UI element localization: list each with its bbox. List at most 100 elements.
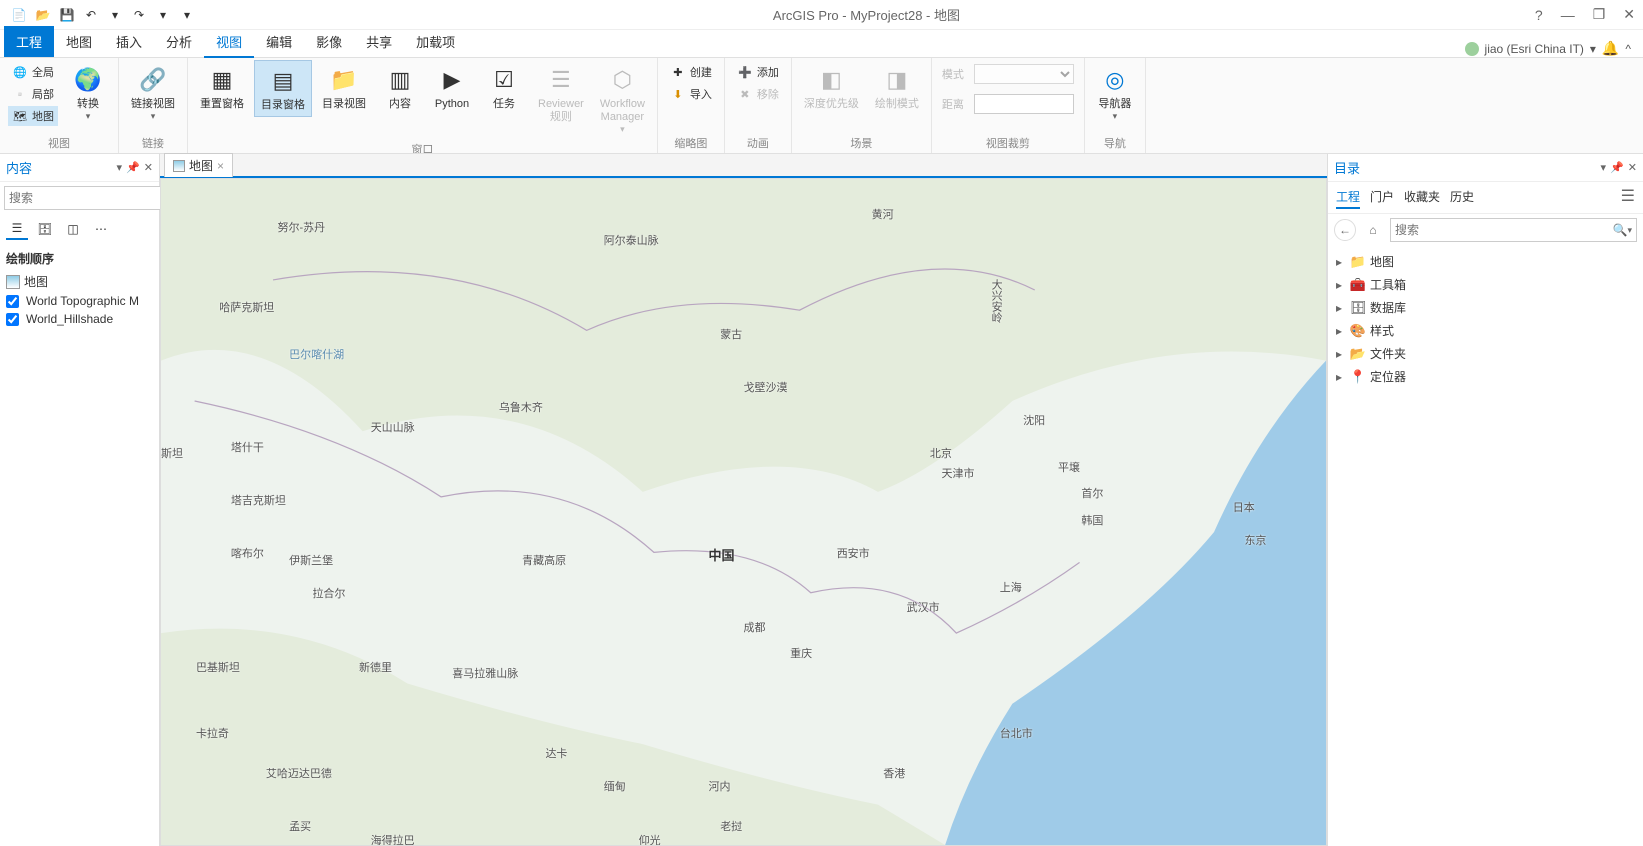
document-tab-map[interactable]: 地图 ×: [164, 153, 233, 177]
import-thumbnail[interactable]: ⬇导入: [666, 84, 716, 104]
ribbon-group-animation: ➕添加 ✖移除 动画: [725, 58, 792, 153]
tree-item-locators[interactable]: ▸📍定位器: [1336, 365, 1635, 388]
scope-local[interactable]: ▫️局部: [8, 84, 58, 104]
contents-button[interactable]: ▥内容: [376, 60, 424, 115]
add-animation[interactable]: ➕添加: [733, 62, 783, 82]
remove-animation[interactable]: ✖移除: [733, 84, 783, 104]
minimize-button[interactable]: —: [1561, 7, 1575, 23]
doc-tab-close-icon[interactable]: ×: [217, 159, 224, 173]
new-project-icon[interactable]: 📄: [8, 4, 30, 26]
label-hongkong: 香港: [883, 765, 905, 781]
catalog-tab-portal[interactable]: 门户: [1370, 186, 1394, 209]
map-view[interactable]: 中国 蒙古 戈壁沙漠 北京 天津市 上海 沈阳 平壌 首尔 韩国 日本 东京 武…: [160, 178, 1327, 846]
list-by-selection-icon[interactable]: ◫: [62, 218, 84, 240]
folder-locator-icon: 📍: [1350, 369, 1366, 385]
list-by-source-icon[interactable]: 🗄: [34, 218, 56, 240]
label-tibet: 青藏高原: [522, 552, 566, 568]
tree-item-toolboxes[interactable]: ▸🧰工具箱: [1336, 273, 1635, 296]
expand-icon[interactable]: ▸: [1336, 324, 1346, 338]
scope-map[interactable]: 🗺地图: [8, 106, 58, 126]
navigator-button[interactable]: ◎导航器▾: [1091, 60, 1139, 126]
help-button[interactable]: ?: [1535, 7, 1543, 23]
undo-icon[interactable]: ↶: [80, 4, 102, 26]
save-icon[interactable]: 💾: [56, 4, 78, 26]
ribbon-group-link: 🔗 链接视图 ▾ 链接: [119, 58, 188, 153]
tab-imagery[interactable]: 影像: [304, 26, 354, 57]
expand-icon[interactable]: ▸: [1336, 301, 1346, 315]
tree-item-styles[interactable]: ▸🎨样式: [1336, 319, 1635, 342]
user-area[interactable]: jiao (Esri China IT) ▾ 🔔 ^: [1457, 40, 1639, 57]
tree-item-folders[interactable]: ▸📂文件夹: [1336, 342, 1635, 365]
layer-label-1: World_Hillshade: [26, 312, 113, 326]
tab-project[interactable]: 工程: [4, 26, 54, 57]
catalog-panel: 目录 ▾ 📌 ✕ 工程 门户 收藏夹 历史 ☰ ← ⌂ 🔍 ▾ ▸📁地图: [1327, 154, 1643, 846]
catalog-pane-button[interactable]: ▤目录窗格: [254, 60, 312, 117]
open-project-icon[interactable]: 📂: [32, 4, 54, 26]
panel-close-icon[interactable]: ✕: [144, 161, 153, 174]
maximize-button[interactable]: ❐: [1593, 6, 1606, 23]
catalog-close-icon[interactable]: ✕: [1628, 161, 1637, 174]
undo-dropdown-icon[interactable]: ▾: [104, 4, 126, 26]
catalog-tab-favorites[interactable]: 收藏夹: [1404, 186, 1440, 209]
convert-button[interactable]: 🌍 转换 ▾: [64, 60, 112, 126]
tab-share[interactable]: 共享: [354, 26, 404, 57]
toc-layer-1[interactable]: World_Hillshade: [0, 310, 159, 328]
contents-search-input[interactable]: [9, 191, 164, 205]
nav-back-icon[interactable]: ←: [1334, 219, 1356, 241]
catalog-tab-project[interactable]: 工程: [1336, 186, 1360, 209]
catalog-search-dropdown-icon[interactable]: ▾: [1627, 225, 1632, 236]
clip-distance-input[interactable]: [974, 94, 1074, 114]
ribbon-group-scene: ◧深度优先级 ◨绘制模式 场景: [792, 58, 932, 153]
list-by-drawing-order-icon[interactable]: ☰: [6, 218, 28, 240]
label-balkash: 巴尔喀什湖: [289, 346, 344, 362]
nav-home-icon[interactable]: ⌂: [1362, 219, 1384, 241]
catalog-search-box[interactable]: 🔍 ▾: [1390, 218, 1637, 242]
toc-layer-0[interactable]: World Topographic M: [0, 292, 159, 310]
tasks-button[interactable]: ☑任务: [480, 60, 528, 115]
scope-global[interactable]: 🌐全局: [8, 62, 58, 82]
catalog-tabs: 工程 门户 收藏夹 历史 ☰: [1328, 182, 1643, 214]
expand-icon[interactable]: ▸: [1336, 347, 1346, 361]
user-dropdown-icon[interactable]: ▾: [1590, 42, 1596, 56]
catalog-search-input[interactable]: [1395, 223, 1613, 237]
catalog-dropdown-icon[interactable]: ▾: [1601, 161, 1607, 174]
clip-mode-select[interactable]: [974, 64, 1074, 84]
tab-map[interactable]: 地图: [54, 26, 104, 57]
tree-item-maps[interactable]: ▸📁地图: [1336, 250, 1635, 273]
panel-pin-icon[interactable]: 📌: [126, 161, 140, 174]
tree-item-databases[interactable]: ▸🗄数据库: [1336, 296, 1635, 319]
panel-dropdown-icon[interactable]: ▾: [117, 161, 123, 174]
collapse-ribbon-icon[interactable]: ^: [1625, 42, 1631, 56]
label-daxingan: 大兴安岭: [988, 279, 1004, 323]
label-laos: 老挝: [720, 818, 742, 834]
expand-icon[interactable]: ▸: [1336, 255, 1346, 269]
layer-checkbox-0[interactable]: [6, 295, 19, 308]
qat-customize-icon[interactable]: ▾: [176, 4, 198, 26]
redo-dropdown-icon[interactable]: ▾: [152, 4, 174, 26]
catalog-search-icon[interactable]: 🔍: [1613, 223, 1628, 237]
more-icon[interactable]: ⋯: [90, 218, 112, 240]
catalog-pin-icon[interactable]: 📌: [1610, 161, 1624, 174]
catalog-menu-icon[interactable]: ☰: [1621, 186, 1635, 209]
link-view-button[interactable]: 🔗 链接视图 ▾: [125, 60, 181, 126]
notifications-icon[interactable]: 🔔: [1602, 40, 1619, 57]
tab-view[interactable]: 视图: [204, 26, 254, 57]
drawmode-icon: ◨: [881, 64, 913, 96]
toc-map-item[interactable]: 地图: [0, 271, 159, 292]
reset-panes-button[interactable]: ▦重置窗格: [194, 60, 250, 115]
close-button[interactable]: ✕: [1623, 6, 1635, 23]
create-thumbnail[interactable]: ✚创建: [666, 62, 716, 82]
redo-icon[interactable]: ↷: [128, 4, 150, 26]
catalog-view-button[interactable]: 📁目录视图: [316, 60, 372, 115]
label-tajik: 塔吉克斯坦: [231, 492, 286, 508]
tab-analysis[interactable]: 分析: [154, 26, 204, 57]
tab-edit[interactable]: 编辑: [254, 26, 304, 57]
catalog-tab-history[interactable]: 历史: [1450, 186, 1474, 209]
catalog-panel-header: 目录 ▾ 📌 ✕: [1328, 154, 1643, 182]
tab-addins[interactable]: 加载项: [404, 26, 467, 57]
expand-icon[interactable]: ▸: [1336, 278, 1346, 292]
expand-icon[interactable]: ▸: [1336, 370, 1346, 384]
layer-checkbox-1[interactable]: [6, 313, 19, 326]
tab-insert[interactable]: 插入: [104, 26, 154, 57]
python-button[interactable]: ▶Python: [428, 60, 476, 115]
